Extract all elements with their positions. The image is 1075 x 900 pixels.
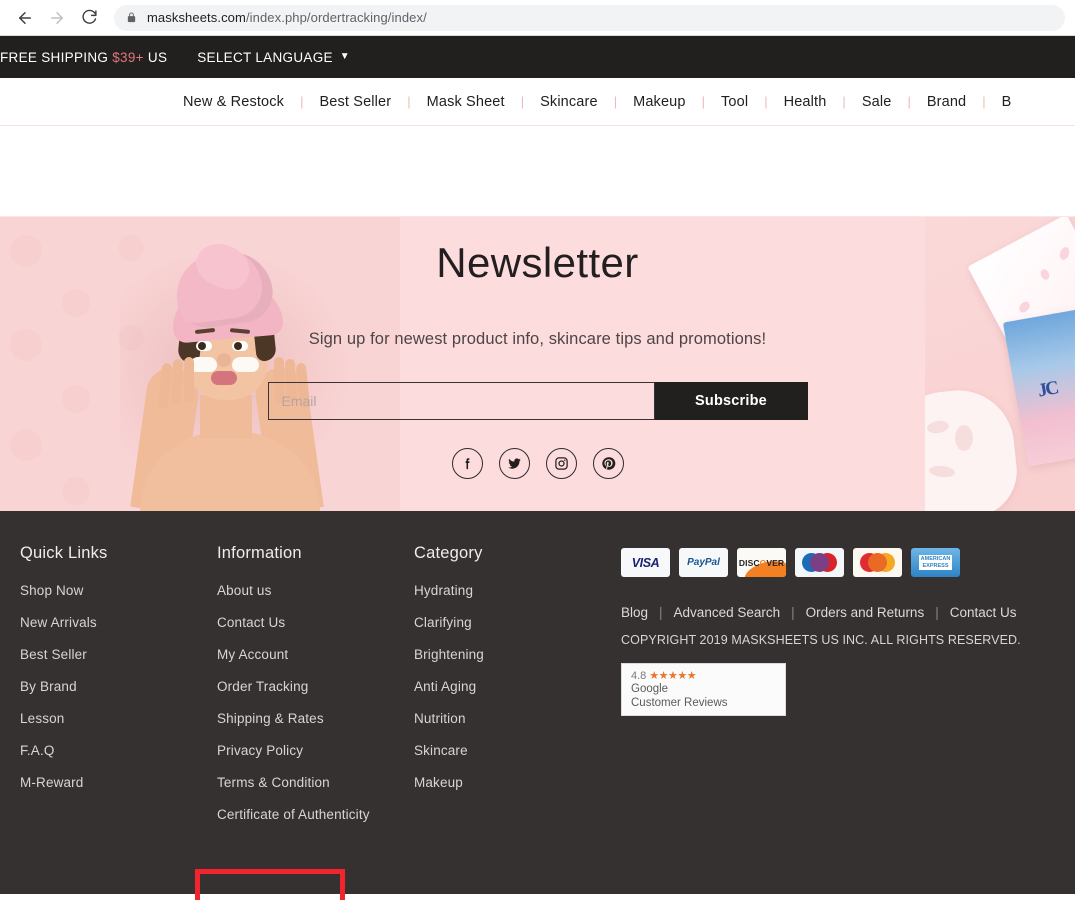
nav-item-brand[interactable]: Brand — [927, 94, 966, 110]
footer-link-certificate-of-authenticity[interactable]: Certificate of Authenticity — [217, 799, 414, 831]
footer-link-separator: | — [935, 605, 939, 620]
instagram-icon[interactable] — [545, 448, 577, 479]
footer-link-my-account[interactable]: My Account — [217, 639, 414, 671]
amex-logo: AMERICAN EXPRESS — [911, 548, 960, 577]
nav-item-sale[interactable]: Sale — [862, 94, 892, 110]
footer-link-best-seller[interactable]: Best Seller — [20, 639, 217, 671]
payment-methods: VISA PayPal DISCOVER AMERICAN EXPRESS — [621, 548, 1021, 577]
footer-heading: Quick Links — [20, 544, 108, 562]
footer-link-shipping-rates[interactable]: Shipping & Rates — [217, 703, 414, 735]
content-gap — [0, 126, 1075, 217]
nav-item-new-restock[interactable]: New & Restock — [183, 94, 284, 110]
social-links — [451, 448, 624, 479]
footer-link-brightening[interactable]: Brightening — [414, 639, 610, 671]
footer-link-privacy-policy[interactable]: Privacy Policy — [217, 735, 414, 767]
chevron-down-icon: ▼ — [339, 51, 350, 62]
footer-link-order-tracking[interactable]: Order Tracking — [217, 671, 414, 703]
nav-item-mask-sheet[interactable]: Mask Sheet — [427, 94, 505, 110]
select-language-label: SELECT LANGUAGE — [197, 49, 333, 65]
footer-bottom-link-advanced-search[interactable]: Advanced Search — [674, 605, 781, 620]
newsletter-form: Subscribe — [267, 382, 808, 420]
discover-logo: DISCOVER — [737, 548, 786, 577]
shipping-price: $39+ — [112, 49, 144, 65]
google-customer-reviews-badge[interactable]: 4.8 ★★★★★ Google Customer Reviews — [621, 663, 786, 716]
footer-heading: Category — [414, 544, 483, 562]
nav-separator: | — [701, 94, 705, 109]
nav-item-b[interactable]: B — [1002, 94, 1012, 110]
lock-icon — [126, 11, 137, 24]
google-label: Google — [631, 683, 669, 695]
footer-link-m-reward[interactable]: M-Reward — [20, 767, 217, 799]
email-input[interactable] — [267, 382, 655, 420]
twitter-icon[interactable] — [498, 448, 530, 479]
footer-link-shop-now[interactable]: Shop Now — [20, 577, 217, 607]
nav-separator: | — [300, 94, 304, 109]
pinterest-icon[interactable] — [592, 448, 624, 479]
nav-separator: | — [407, 94, 411, 109]
footer-link-lesson[interactable]: Lesson — [20, 703, 217, 735]
footer-link-hydrating[interactable]: Hydrating — [414, 577, 610, 607]
nav-item-makeup[interactable]: Makeup — [633, 94, 686, 110]
footer-link-nutrition[interactable]: Nutrition — [414, 703, 610, 735]
footer-bottom-link-contact-us[interactable]: Contact Us — [950, 605, 1017, 620]
nav-item-best-seller[interactable]: Best Seller — [319, 94, 391, 110]
select-language-dropdown[interactable]: SELECT LANGUAGE ▼ — [197, 50, 350, 65]
footer-column-quick-links: Quick Links Shop Now New Arrivals Best Sell… — [20, 544, 217, 831]
newsletter-subtitle: Sign up for newest product info, skincar… — [308, 330, 767, 348]
nav-item-skincare[interactable]: Skincare — [540, 94, 598, 110]
nav-separator: | — [764, 94, 768, 109]
footer-link-makeup[interactable]: Makeup — [414, 767, 610, 799]
footer-column-information: Information About us Contact Us My Account O… — [217, 544, 414, 831]
footer-link-terms-condition[interactable]: Terms & Condition — [217, 767, 414, 799]
newsletter-section: JC Newsletter Sign up for newest product… — [0, 217, 1075, 511]
footer-column-category: Category Hydrating Clarifying Brightening An… — [414, 544, 610, 831]
maestro-logo — [795, 548, 844, 577]
customer-reviews-label: Customer Reviews — [631, 697, 728, 710]
footer-right-panel: VISA PayPal DISCOVER AMERICAN EXPRESS Blo — [610, 544, 1021, 831]
footer-link-contact-us[interactable]: Contact Us — [217, 607, 414, 639]
reload-icon[interactable] — [74, 3, 104, 33]
mastercard-logo — [853, 548, 902, 577]
announcement-bar: FREE SHIPPING $39+ US SELECT LANGUAGE ▼ — [0, 36, 1075, 78]
footer-bottom-link-orders-and-returns[interactable]: Orders and Returns — [806, 605, 925, 620]
footer-link-separator: | — [791, 605, 795, 620]
nav-separator: | — [842, 94, 846, 109]
free-shipping-text: FREE SHIPPING $39+ US — [0, 49, 168, 65]
footer-link-anti-aging[interactable]: Anti Aging — [414, 671, 610, 703]
browser-toolbar: masksheets.com/index.php/ordertracking/i… — [0, 0, 1075, 36]
footer-link-skincare[interactable]: Skincare — [414, 735, 610, 767]
footer-bottom-link-blog[interactable]: Blog — [621, 605, 648, 620]
site-footer: Quick Links Shop Now New Arrivals Best Sell… — [0, 511, 1075, 900]
footer-link-about-us[interactable]: About us — [217, 577, 414, 607]
footer-heading: Information — [217, 544, 302, 562]
nav-item-health[interactable]: Health — [784, 94, 827, 110]
facebook-icon[interactable] — [451, 448, 483, 479]
order-tracking-highlight — [195, 869, 345, 900]
nav-separator: | — [520, 94, 525, 109]
subscribe-button[interactable]: Subscribe — [654, 382, 808, 420]
footer-link-f-a-q[interactable]: F.A.Q — [20, 735, 217, 767]
nav-item-tool[interactable]: Tool — [721, 94, 748, 110]
nav-separator: | — [982, 94, 986, 109]
footer-link-new-arrivals[interactable]: New Arrivals — [20, 607, 217, 639]
url-text: masksheets.com/index.php/ordertracking/i… — [147, 10, 427, 25]
visa-logo: VISA — [621, 548, 670, 577]
footer-link-by-brand[interactable]: By Brand — [20, 671, 217, 703]
paypal-logo: PayPal — [679, 548, 728, 577]
main-navigation: New & Restock | Best Seller | Mask Sheet | Ski… — [0, 78, 1075, 126]
footer-bottom-links: Blog | Advanced Search | Orders and Returns |… — [621, 605, 1021, 620]
address-bar[interactable]: masksheets.com/index.php/ordertracking/i… — [114, 4, 1065, 31]
forward-arrow-icon[interactable] — [42, 3, 72, 33]
back-arrow-icon[interactable] — [10, 3, 40, 33]
copyright-text: COPYRIGHT 2019 MASKSHEETS US INC. ALL RI… — [621, 633, 1021, 647]
newsletter-title: Newsletter — [436, 239, 639, 286]
nav-separator: | — [613, 94, 618, 109]
footer-link-clarifying[interactable]: Clarifying — [414, 607, 610, 639]
footer-link-separator: | — [659, 605, 663, 620]
google-rating-value: 4.8 — [631, 669, 647, 682]
star-rating-icon: ★★★★★ — [649, 670, 697, 682]
google-rating-row: 4.8 ★★★★★ — [631, 669, 776, 683]
nav-separator: | — [907, 94, 911, 109]
